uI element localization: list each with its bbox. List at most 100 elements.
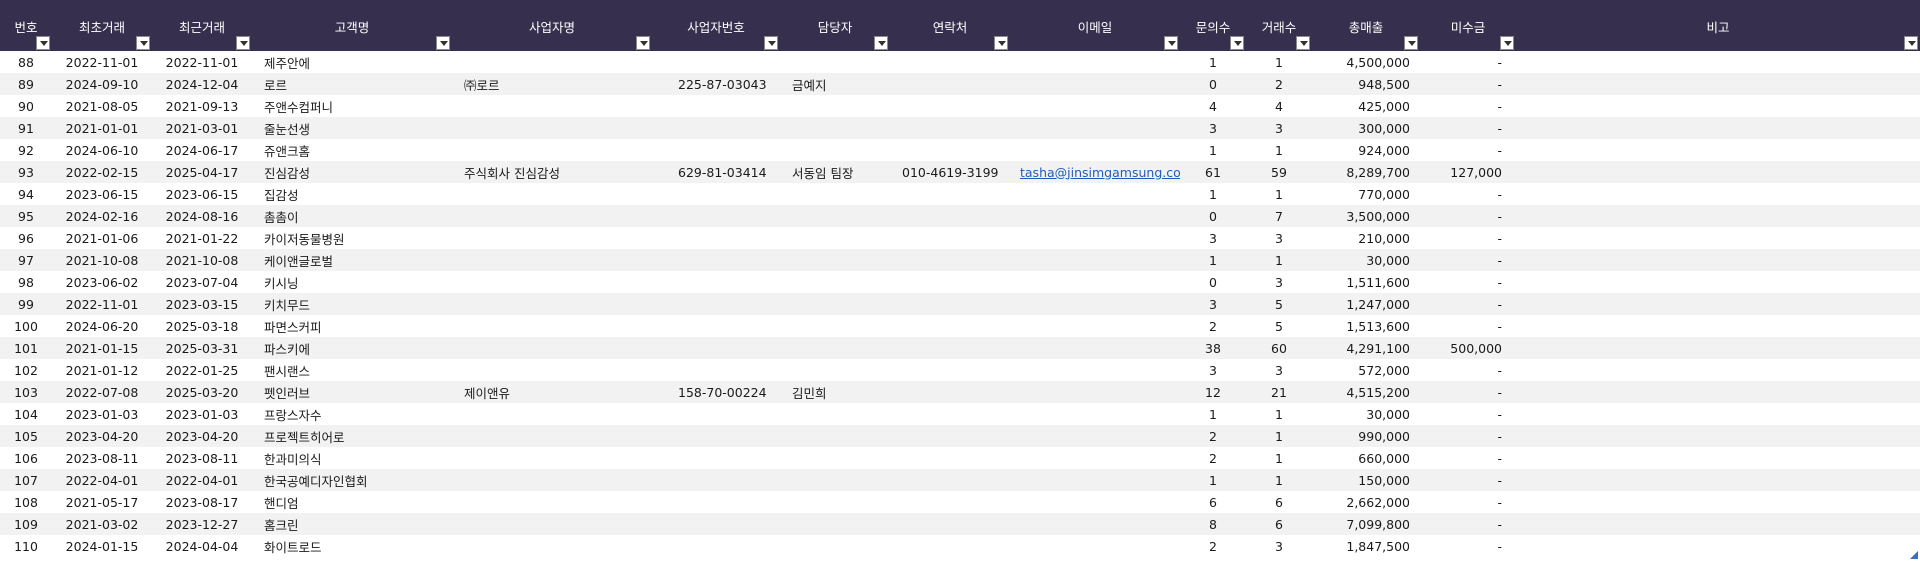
cell-unpaid[interactable]: - <box>1420 139 1516 161</box>
cell-customer[interactable]: 줄눈선생 <box>252 117 452 139</box>
cell-sales[interactable]: 4,291,100 <box>1312 337 1420 359</box>
cell-unpaid[interactable]: - <box>1420 183 1516 205</box>
cell-deals[interactable]: 59 <box>1246 161 1312 183</box>
cell-bizno[interactable]: 158-70-00224 <box>652 381 780 403</box>
cell-bizno[interactable] <box>652 95 780 117</box>
cell-sales[interactable]: 300,000 <box>1312 117 1420 139</box>
cell-company[interactable] <box>452 535 652 557</box>
cell-first[interactable]: 2021-08-05 <box>52 95 152 117</box>
cell-inq[interactable]: 0 <box>1180 73 1246 95</box>
cell-contact[interactable] <box>890 51 1010 73</box>
cell-unpaid[interactable]: - <box>1420 73 1516 95</box>
cell-inq[interactable]: 1 <box>1180 403 1246 425</box>
cell-last[interactable]: 2022-01-25 <box>152 359 252 381</box>
cell-manager[interactable] <box>780 227 890 249</box>
cell-last[interactable]: 2023-07-04 <box>152 271 252 293</box>
cell-company[interactable] <box>452 51 652 73</box>
cell-inq[interactable]: 1 <box>1180 51 1246 73</box>
cell-customer[interactable]: 촘촘이 <box>252 205 452 227</box>
cell-company[interactable] <box>452 447 652 469</box>
cell-deals[interactable]: 3 <box>1246 359 1312 381</box>
cell-contact[interactable] <box>890 513 1010 535</box>
cell-last[interactable]: 2024-04-04 <box>152 535 252 557</box>
cell-first[interactable]: 2023-01-03 <box>52 403 152 425</box>
cell-unpaid[interactable]: - <box>1420 469 1516 491</box>
column-header-first[interactable]: 최초거래 <box>52 0 152 51</box>
cell-inq[interactable]: 38 <box>1180 337 1246 359</box>
cell-email[interactable] <box>1010 139 1180 161</box>
cell-unpaid[interactable]: - <box>1420 447 1516 469</box>
cell-last[interactable]: 2023-08-17 <box>152 491 252 513</box>
cell-inq[interactable]: 0 <box>1180 271 1246 293</box>
cell-contact[interactable] <box>890 183 1010 205</box>
cell-first[interactable]: 2024-01-15 <box>52 535 152 557</box>
cell-unpaid[interactable]: - <box>1420 271 1516 293</box>
cell-contact[interactable] <box>890 117 1010 139</box>
cell-unpaid[interactable]: 500,000 <box>1420 337 1516 359</box>
cell-inq[interactable]: 1 <box>1180 469 1246 491</box>
cell-sales[interactable]: 948,500 <box>1312 73 1420 95</box>
cell-contact[interactable] <box>890 227 1010 249</box>
cell-customer[interactable]: 프랑스자수 <box>252 403 452 425</box>
cell-inq[interactable]: 1 <box>1180 249 1246 271</box>
cell-email[interactable] <box>1010 403 1180 425</box>
cell-contact[interactable]: 010-4619-3199 <box>890 161 1010 183</box>
cell-email[interactable] <box>1010 381 1180 403</box>
filter-dropdown-icon[interactable] <box>1296 36 1310 50</box>
cell-deals[interactable]: 5 <box>1246 315 1312 337</box>
cell-sales[interactable]: 7,099,800 <box>1312 513 1420 535</box>
cell-note[interactable] <box>1516 381 1920 403</box>
cell-manager[interactable] <box>780 469 890 491</box>
cell-contact[interactable] <box>890 293 1010 315</box>
cell-contact[interactable] <box>890 73 1010 95</box>
filter-dropdown-icon[interactable] <box>994 36 1008 50</box>
cell-bizno[interactable] <box>652 205 780 227</box>
cell-bizno[interactable] <box>652 183 780 205</box>
cell-sales[interactable]: 30,000 <box>1312 249 1420 271</box>
cell-inq[interactable]: 4 <box>1180 95 1246 117</box>
cell-manager[interactable] <box>780 139 890 161</box>
filter-dropdown-icon[interactable] <box>1230 36 1244 50</box>
cell-manager[interactable] <box>780 513 890 535</box>
cell-inq[interactable]: 61 <box>1180 161 1246 183</box>
cell-contact[interactable] <box>890 337 1010 359</box>
cell-note[interactable] <box>1516 95 1920 117</box>
cell-company[interactable] <box>452 337 652 359</box>
cell-inq[interactable]: 3 <box>1180 293 1246 315</box>
cell-manager[interactable]: 서동임 팀장 <box>780 161 890 183</box>
cell-contact[interactable] <box>890 315 1010 337</box>
filter-dropdown-icon[interactable] <box>1500 36 1514 50</box>
cell-manager[interactable] <box>780 249 890 271</box>
cell-customer[interactable]: 펫인러브 <box>252 381 452 403</box>
cell-bizno[interactable] <box>652 293 780 315</box>
cell-unpaid[interactable]: - <box>1420 227 1516 249</box>
cell-manager[interactable] <box>780 95 890 117</box>
cell-no[interactable]: 92 <box>0 139 52 161</box>
cell-no[interactable]: 110 <box>0 535 52 557</box>
cell-no[interactable]: 103 <box>0 381 52 403</box>
cell-last[interactable]: 2023-12-27 <box>152 513 252 535</box>
cell-note[interactable] <box>1516 293 1920 315</box>
cell-deals[interactable]: 1 <box>1246 249 1312 271</box>
cell-sales[interactable]: 1,247,000 <box>1312 293 1420 315</box>
cell-last[interactable]: 2024-08-16 <box>152 205 252 227</box>
cell-deals[interactable]: 3 <box>1246 227 1312 249</box>
cell-unpaid[interactable]: - <box>1420 513 1516 535</box>
filter-dropdown-icon[interactable] <box>1904 36 1918 50</box>
cell-email[interactable] <box>1010 535 1180 557</box>
cell-email[interactable] <box>1010 293 1180 315</box>
cell-customer[interactable]: 팬시랜스 <box>252 359 452 381</box>
cell-bizno[interactable]: 629-81-03414 <box>652 161 780 183</box>
cell-company[interactable] <box>452 205 652 227</box>
cell-first[interactable]: 2021-01-15 <box>52 337 152 359</box>
cell-bizno[interactable] <box>652 51 780 73</box>
cell-note[interactable] <box>1516 425 1920 447</box>
cell-manager[interactable]: 금예지 <box>780 73 890 95</box>
cell-customer[interactable]: 파스키에 <box>252 337 452 359</box>
cell-company[interactable] <box>452 117 652 139</box>
cell-manager[interactable] <box>780 183 890 205</box>
cell-note[interactable] <box>1516 205 1920 227</box>
cell-inq[interactable]: 6 <box>1180 491 1246 513</box>
cell-deals[interactable]: 5 <box>1246 293 1312 315</box>
cell-contact[interactable] <box>890 359 1010 381</box>
